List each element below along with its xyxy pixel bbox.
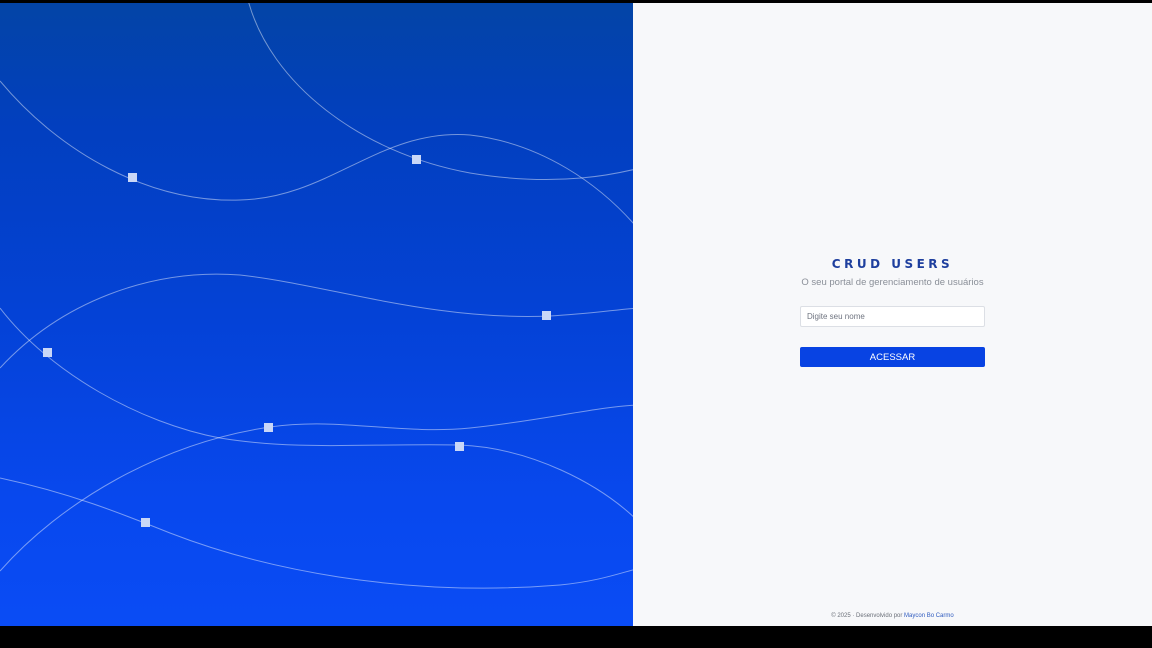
footer: © 2025 · Desenvolvido por Maycon Bo Carm… bbox=[633, 613, 1152, 619]
login-page: CRUD USERS O seu portal de gerenciamento… bbox=[0, 3, 1152, 626]
wave-node bbox=[412, 155, 421, 164]
wave-line bbox=[0, 477, 633, 589]
login-panel: CRUD USERS O seu portal de gerenciamento… bbox=[633, 3, 1152, 626]
wave-line bbox=[0, 273, 633, 369]
footer-author-link[interactable]: Maycon Bo Carmo bbox=[904, 613, 954, 619]
wave-node bbox=[128, 173, 137, 182]
app-subtitle: O seu portal de gerenciamento de usuário… bbox=[801, 277, 984, 288]
app-title: CRUD USERS bbox=[831, 257, 954, 271]
access-button[interactable]: ACESSAR bbox=[800, 347, 985, 367]
wave-line bbox=[0, 404, 633, 572]
wave-lines-decoration bbox=[0, 3, 633, 589]
login-form: CRUD USERS O seu portal de gerenciamento… bbox=[800, 256, 985, 367]
wave-node bbox=[542, 311, 551, 320]
decorative-hero-panel bbox=[0, 3, 633, 626]
wave-line bbox=[248, 3, 633, 180]
wave-node bbox=[455, 442, 464, 451]
wave-node bbox=[141, 518, 150, 527]
wave-node bbox=[43, 348, 52, 357]
footer-credit: © 2025 · Desenvolvido por bbox=[831, 613, 905, 619]
name-input[interactable] bbox=[800, 306, 985, 327]
wave-node bbox=[264, 423, 273, 432]
wave-line bbox=[0, 80, 633, 224]
wave-line bbox=[0, 307, 633, 518]
